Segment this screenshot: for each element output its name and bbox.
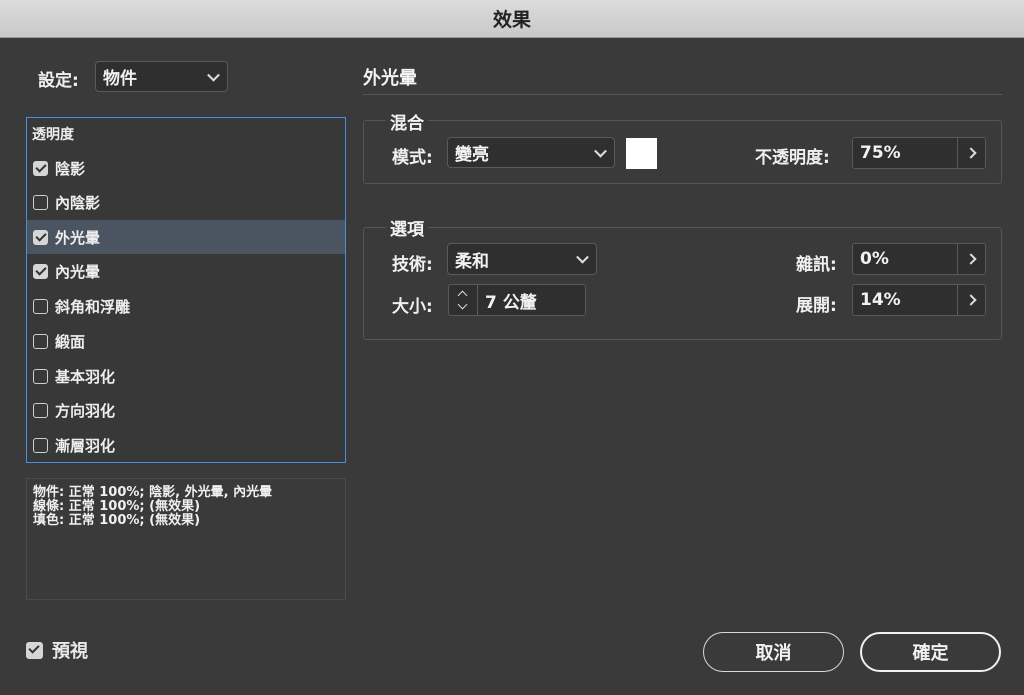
window-title: 效果	[492, 9, 531, 31]
effects-summary: 物件: 正常 100%; 陰影, 外光暈, 內光暈 線條: 正常 100%; (…	[26, 478, 346, 600]
panel-title: 外光暈	[363, 68, 417, 89]
settings-select[interactable]: 物件	[95, 61, 228, 92]
list-item-gradient-feather[interactable]: 漸層羽化	[27, 428, 345, 462]
noise-field[interactable]: 0%	[852, 243, 986, 275]
spread-label: 展開:	[796, 296, 837, 316]
opacity-value: 75%	[860, 143, 901, 163]
size-label: 大小:	[392, 297, 433, 317]
list-item-directional-feather[interactable]: 方向羽化	[27, 393, 345, 427]
checkbox[interactable]	[33, 402, 48, 418]
spread-value: 14%	[860, 290, 901, 310]
size-value: 7 公釐	[485, 292, 537, 313]
preview-label: 預視	[52, 641, 88, 662]
list-item-label: 基本羽化	[55, 367, 116, 386]
opacity-field[interactable]: 75%	[852, 137, 986, 169]
summary-line-object: 物件: 正常 100%; 陰影, 外光暈, 內光暈	[33, 485, 273, 500]
cancel-button[interactable]: 取消	[703, 632, 844, 672]
chevron-down-icon[interactable]	[457, 299, 468, 310]
list-item-inner-glow[interactable]: 內光暈	[27, 254, 345, 288]
summary-line-stroke: 線條: 正常 100%; (無效果)	[33, 499, 201, 514]
list-item-satin[interactable]: 緞面	[27, 324, 345, 358]
list-item-label: 內光暈	[55, 262, 101, 281]
technique-value: 柔和	[455, 251, 489, 272]
checkbox[interactable]	[33, 263, 48, 279]
list-item-label: 陰影	[55, 159, 86, 178]
list-item-basic-feather[interactable]: 基本羽化	[27, 359, 345, 393]
settings-select-value: 物件	[103, 69, 137, 89]
checkbox[interactable]	[33, 368, 48, 384]
technique-select[interactable]: 柔和	[447, 243, 597, 275]
spread-field[interactable]: 14%	[852, 284, 986, 316]
list-item-label: 外光暈	[55, 228, 101, 247]
list-item-label: 方向羽化	[55, 401, 116, 420]
list-item-label: 內陰影	[55, 193, 101, 212]
checkbox[interactable]	[33, 437, 48, 453]
chevron-right-icon[interactable]	[957, 138, 985, 168]
technique-label: 技術:	[392, 255, 433, 275]
checkbox[interactable]	[33, 333, 48, 349]
preview-checkbox[interactable]: 預視	[26, 637, 88, 663]
list-item-drop-shadow[interactable]: 陰影	[27, 151, 345, 185]
checkbox[interactable]	[26, 641, 43, 659]
checkbox[interactable]	[33, 298, 48, 314]
checkbox[interactable]	[33, 194, 48, 210]
mode-label: 模式:	[392, 148, 433, 168]
list-item-inner-shadow[interactable]: 內陰影	[27, 185, 345, 219]
opacity-label: 不透明度:	[755, 148, 830, 168]
chevron-down-icon	[594, 144, 607, 158]
blend-group-title: 混合	[386, 109, 428, 134]
blend-mode-value: 變亮	[455, 145, 489, 165]
options-group-title: 選項	[386, 215, 428, 240]
list-item-label: 斜角和浮雕	[55, 297, 131, 316]
noise-label: 雜訊:	[796, 255, 837, 275]
chevron-right-icon[interactable]	[957, 244, 985, 274]
size-field[interactable]: 7 公釐	[477, 284, 586, 316]
size-stepper[interactable]	[448, 284, 478, 316]
list-item-bevel-emboss[interactable]: 斜角和浮雕	[27, 289, 345, 323]
effects-list: 透明度 陰影 內陰影 外光暈 內光暈 斜角和浮雕 緞面 基本羽化 方向羽化 漸層…	[26, 117, 346, 463]
checkbox[interactable]	[33, 160, 48, 176]
glow-color-swatch[interactable]	[626, 138, 657, 169]
blend-mode-select[interactable]: 變亮	[447, 137, 615, 168]
ok-button[interactable]: 確定	[860, 632, 1001, 672]
list-item-label: 漸層羽化	[55, 436, 116, 455]
divider	[363, 94, 1003, 95]
chevron-down-icon	[576, 250, 589, 264]
list-item-outer-glow[interactable]: 外光暈	[27, 220, 345, 254]
title-bar: 效果	[0, 0, 1024, 38]
chevron-down-icon	[207, 68, 220, 82]
summary-line-fill: 填色: 正常 100%; (無效果)	[33, 513, 201, 528]
noise-value: 0%	[860, 249, 889, 269]
list-header-transparency[interactable]: 透明度	[32, 124, 74, 144]
checkbox[interactable]	[33, 229, 48, 245]
settings-label: 設定:	[38, 71, 79, 91]
list-item-label: 緞面	[55, 332, 86, 351]
chevron-right-icon[interactable]	[957, 285, 985, 315]
